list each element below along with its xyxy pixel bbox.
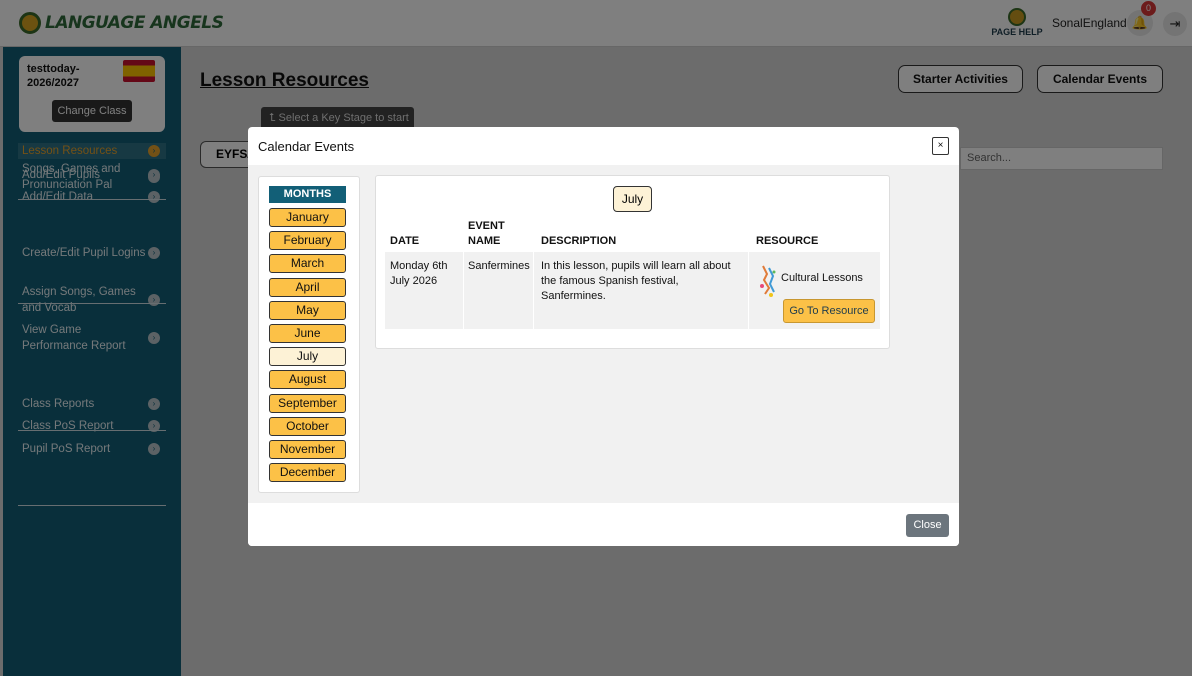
modal-footer: Close [248, 503, 959, 546]
months-panel: MONTHS January February March April May June J… [258, 176, 360, 493]
month-button-september[interactable]: September [269, 393, 346, 413]
month-button-february[interactable]: February [269, 231, 346, 251]
modal-title: Calendar Events [258, 139, 355, 154]
modal-header: Calendar Events × [248, 127, 959, 165]
month-button-july[interactable]: July [269, 347, 346, 367]
modal-body: MONTHS January February March April May June J… [248, 165, 959, 503]
modal-close-icon[interactable]: × [932, 137, 949, 155]
row-divider [748, 252, 749, 329]
month-button-may[interactable]: May [269, 300, 346, 320]
event-name: Sanfermines [468, 260, 530, 272]
resource-name: Cultural Lessons [781, 272, 863, 284]
col-header-event-name: EVENT NAME [468, 220, 505, 247]
row-divider [533, 252, 534, 329]
month-button-november[interactable]: November [269, 440, 346, 459]
event-date: Monday 6th July 2026 [390, 260, 448, 287]
col-header-description: DESCRIPTION [541, 235, 617, 247]
month-button-april[interactable]: April [269, 277, 346, 297]
col-header-resource: RESOURCE [756, 235, 819, 247]
month-button-january[interactable]: January [269, 208, 346, 227]
row-divider [463, 252, 464, 329]
month-button-december[interactable]: December [269, 463, 346, 483]
events-panel: July DATE EVENT NAME DESCRIPTION RESOURC… [375, 175, 890, 349]
event-description: In this lesson, pupils will learn all ab… [541, 260, 731, 302]
col-header-date: DATE [390, 235, 420, 247]
month-button-march[interactable]: March [269, 254, 346, 274]
months-header: MONTHS [269, 186, 346, 203]
go-to-resource-button[interactable]: Go To Resource [783, 299, 875, 323]
month-button-august[interactable]: August [269, 370, 346, 390]
month-button-june[interactable]: June [269, 324, 346, 343]
cultural-lessons-icon [760, 265, 776, 297]
close-button[interactable]: Close [906, 514, 949, 537]
month-button-october[interactable]: October [269, 416, 346, 436]
selected-month-label: July [613, 186, 652, 212]
calendar-events-modal: Calendar Events × MONTHS January February… [248, 127, 959, 546]
